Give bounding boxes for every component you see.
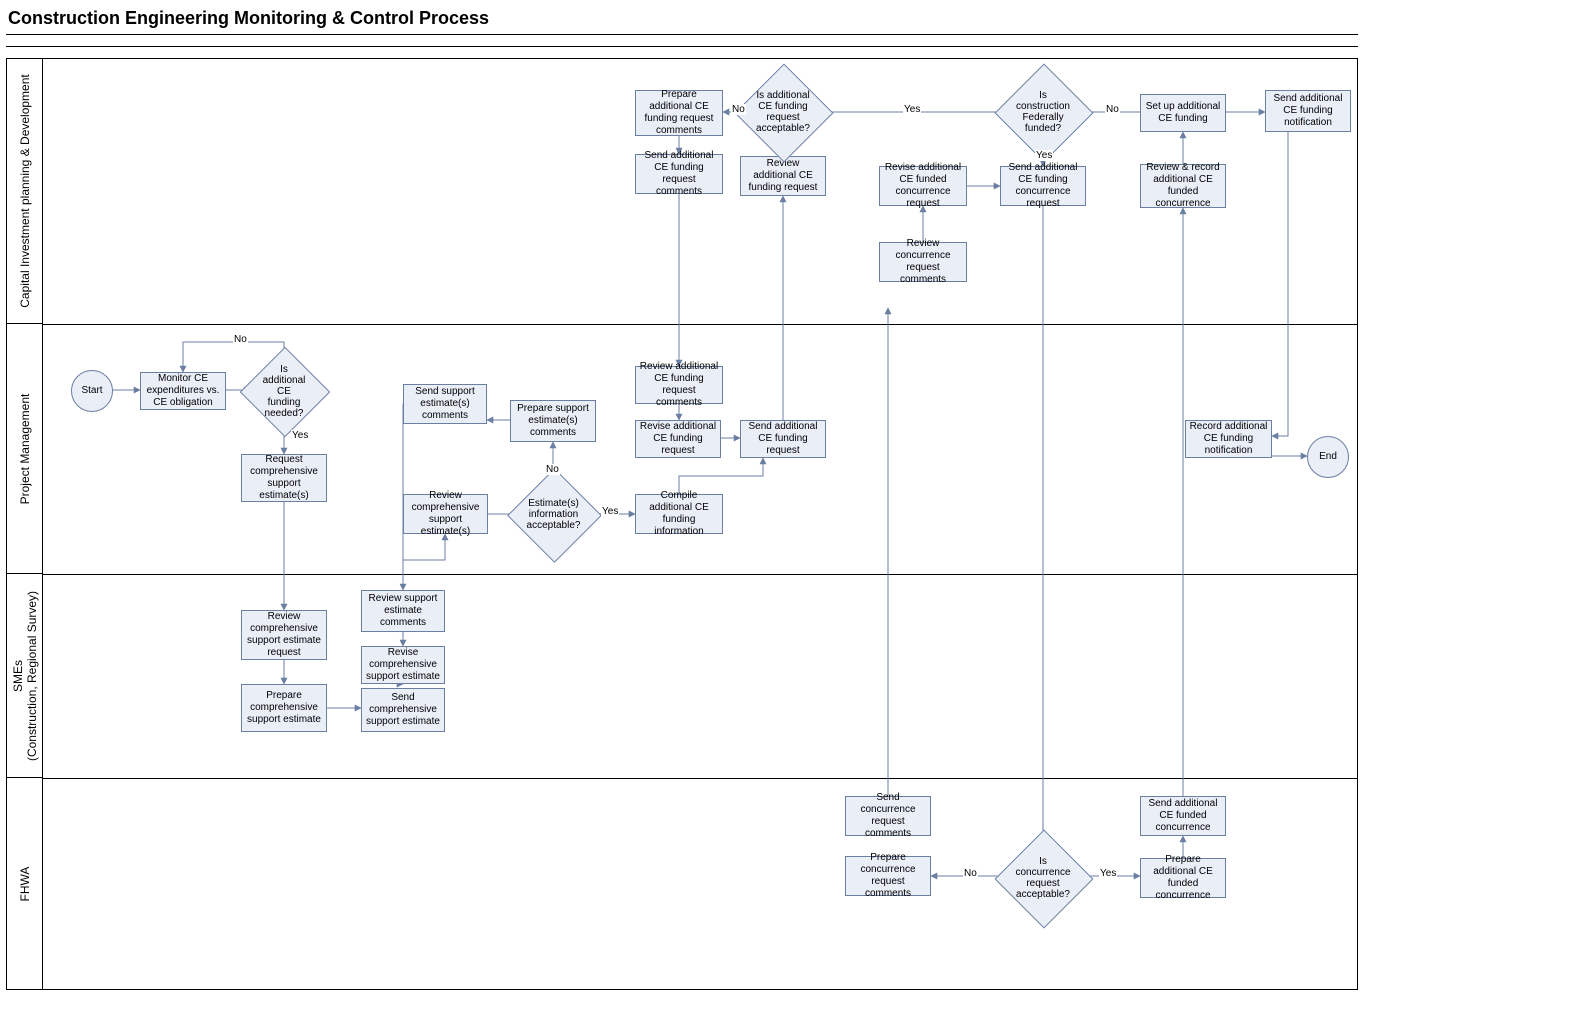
- decision-need: Is additional CE funding needed?: [253, 360, 315, 422]
- label-yes-3: Yes: [903, 104, 921, 115]
- lane-header-1: Capital Investment planning & Developmen…: [6, 58, 43, 324]
- send-estimate-box: Send comprehensive support estimate: [361, 688, 445, 732]
- prepare-estimate-box: Prepare comprehensive support estimate: [241, 684, 327, 732]
- revise-fr-box: Revise additional CE funding request: [635, 420, 721, 458]
- flow-canvas: Start End Monitor CE expenditures vs. CE…: [43, 60, 1358, 990]
- review-conc-comments-box: Review concurrence request comments: [879, 242, 967, 282]
- review-sec-box: Review support estimate comments: [361, 590, 445, 632]
- prep-add-box: Prepare additional CE funding request co…: [635, 90, 723, 136]
- label-yes-5: Yes: [1099, 868, 1117, 879]
- request-estimate-box: Request comprehensive support estimate(s…: [241, 454, 327, 502]
- label-yes-1: Yes: [291, 430, 309, 441]
- page-title: Construction Engineering Monitoring & Co…: [8, 8, 489, 29]
- label-yes-4: Yes: [1035, 150, 1053, 161]
- review-afc-box: Review & record additional CE funded con…: [1140, 164, 1226, 208]
- decision-federal: Is construction Federally funded?: [1009, 78, 1077, 146]
- label-no-1: No: [233, 334, 248, 345]
- end-terminal: End: [1307, 436, 1349, 478]
- send-add-box: Send additional CE funding request comme…: [635, 154, 723, 194]
- title-separator: [6, 34, 1358, 35]
- lane-header-3: SMEs (Construction, Regional Survey): [6, 574, 43, 778]
- prep-cc-box: Prepare concurrence request comments: [845, 856, 931, 896]
- review-request-box: Review comprehensive support estimate re…: [241, 610, 327, 660]
- send-afc-box: Send additional CE funded concurrence: [1140, 796, 1226, 836]
- label-no-3: No: [731, 104, 746, 115]
- review-fc-box: Review additional CE funding request com…: [635, 366, 723, 404]
- send-fr-box: Send additional CE funding request: [740, 420, 826, 458]
- send-concreq-box: Send additional CE funding concurrence r…: [1000, 166, 1086, 206]
- band-separator: [6, 46, 1358, 47]
- send-notification-box: Send additional CE funding notification: [1265, 90, 1351, 132]
- label-no-2: No: [545, 464, 560, 475]
- label-yes-2: Yes: [601, 506, 619, 517]
- send-cc-box: Send concurrence request comments: [845, 796, 931, 836]
- label-no-4: No: [1105, 104, 1120, 115]
- label-no-5: No: [963, 868, 978, 879]
- record-notification-box: Record additional CE funding notificatio…: [1185, 420, 1272, 458]
- monitor-box: Monitor CE expenditures vs. CE obligatio…: [140, 372, 226, 410]
- setup-box: Set up additional CE funding: [1140, 94, 1226, 132]
- decision-acceptable: Is additional CE funding request accepta…: [749, 78, 817, 146]
- prepare-comments-box: Prepare support estimate(s) comments: [510, 400, 596, 442]
- prep-afc-box: Prepare additional CE funded concurrence: [1140, 858, 1226, 898]
- lane-label-3: SMEs (Construction, Regional Survey): [11, 590, 39, 760]
- lane-label-2: Project Management: [18, 393, 32, 504]
- send-comments-box: Send support estimate(s) comments: [403, 384, 487, 424]
- decision-info: Estimate(s) information acceptable?: [521, 482, 586, 547]
- decision-concurrence: Is concurrence request acceptable?: [1009, 844, 1077, 912]
- lane-label-4: FHWA: [18, 866, 32, 901]
- revise-conc-box: Revise additional CE funded concurrence …: [879, 166, 967, 206]
- compile-box: Compile additional CE funding informatio…: [635, 494, 723, 534]
- lane-header-4: FHWA: [6, 778, 43, 990]
- review-estimate-box: Review comprehensive support estimate(s): [403, 494, 488, 534]
- revise-estimate-box: Revise comprehensive support estimate: [361, 646, 445, 684]
- start-terminal: Start: [71, 370, 113, 412]
- lane-header-2: Project Management: [6, 324, 43, 574]
- lane-label-1: Capital Investment planning & Developmen…: [18, 74, 32, 307]
